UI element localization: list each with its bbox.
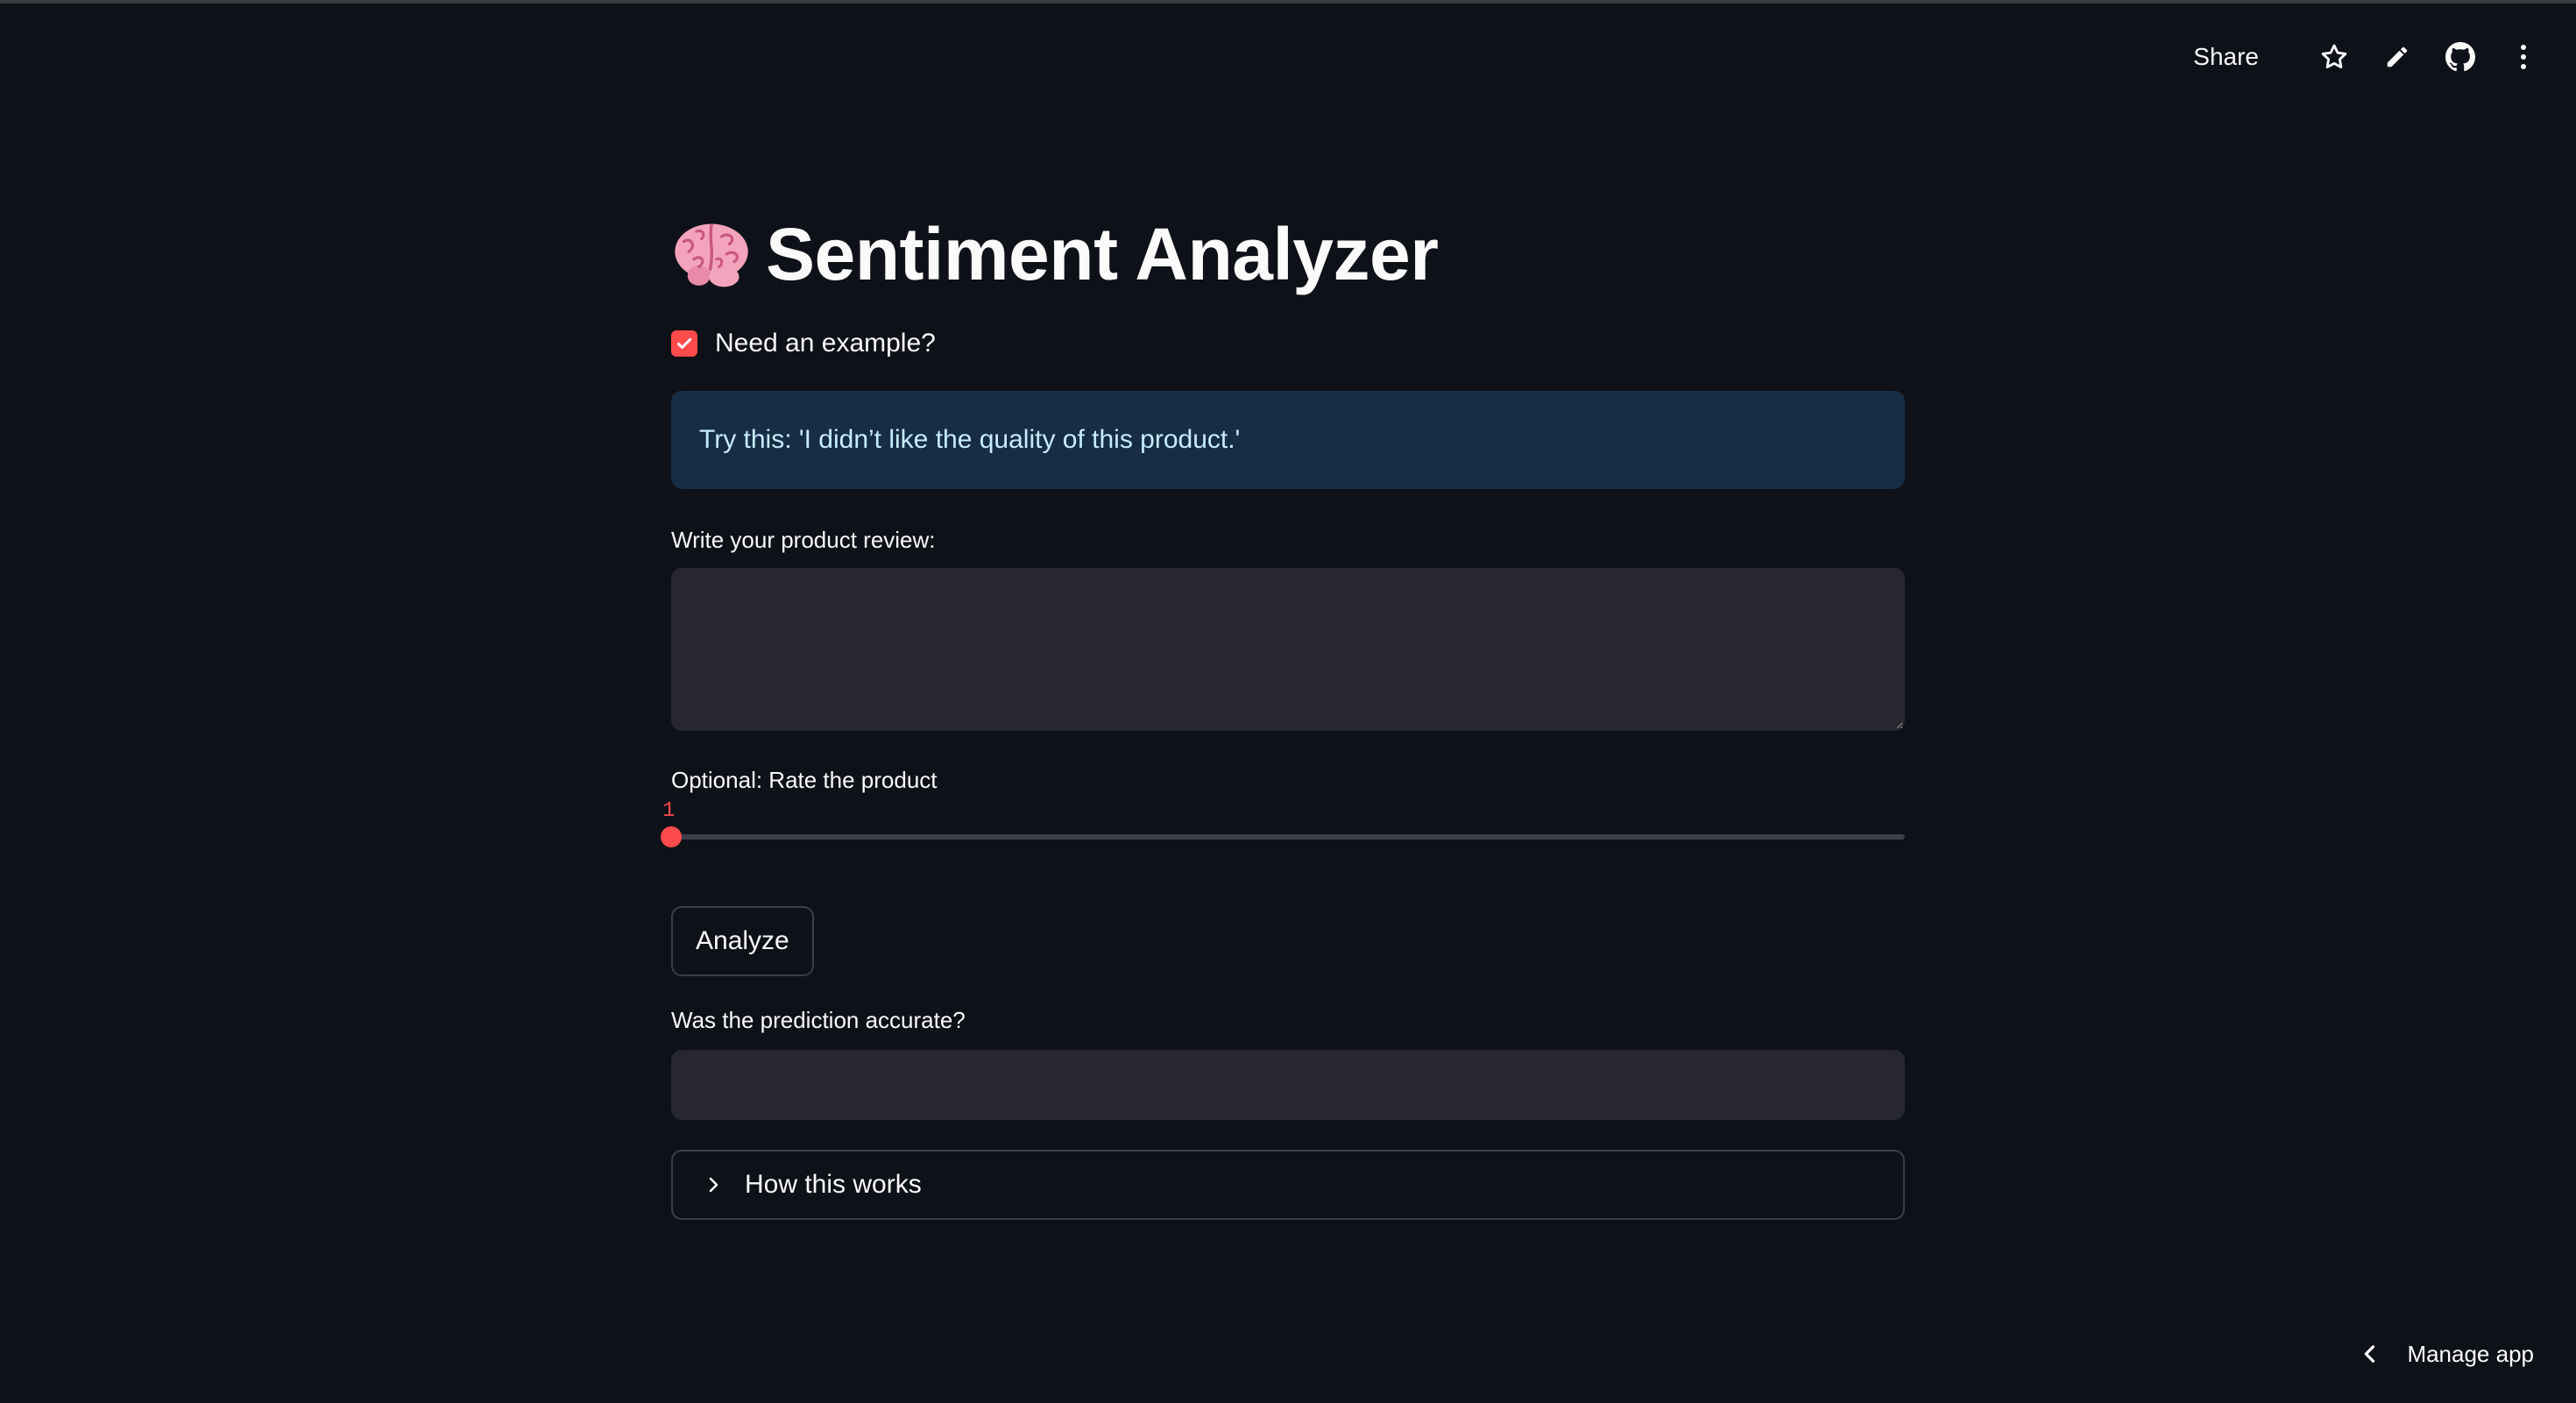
share-button[interactable]: Share (2193, 43, 2259, 71)
slider-track[interactable] (671, 834, 1905, 840)
star-icon[interactable] (2317, 39, 2352, 74)
expander-label: How this works (745, 1170, 922, 1199)
rating-slider[interactable]: 1 (661, 799, 1905, 855)
main-content: Sentiment Analyzer Need an example? Try … (661, 202, 1905, 1220)
example-checkbox[interactable]: Need an example? (671, 326, 1905, 361)
example-info-box: Try this: 'I didn’t like the quality of … (671, 391, 1905, 489)
page-title: Sentiment Analyzer (671, 202, 1905, 307)
brain-emoji-icon (675, 223, 748, 287)
review-input-label: Write your product review: (671, 527, 936, 553)
slider-value-label: 1 (662, 799, 676, 823)
header-toolbar: Share (2193, 35, 2541, 79)
manage-app-button[interactable]: Manage app (2358, 1328, 2534, 1380)
info-box-text: Try this: 'I didn’t like the quality of … (699, 425, 1241, 454)
feedback-input[interactable] (671, 1050, 1905, 1120)
window-top-border (0, 0, 2576, 4)
checkbox-checked-icon[interactable] (671, 330, 697, 357)
pencil-icon[interactable] (2380, 39, 2415, 74)
page-title-text: Sentiment Analyzer (766, 212, 1439, 295)
chevron-left-icon (2365, 1345, 2375, 1363)
how-this-works-expander[interactable]: How this works (671, 1150, 1905, 1220)
chevron-right-icon (709, 1177, 718, 1193)
example-checkbox-label: Need an example? (715, 329, 936, 358)
more-vertical-icon[interactable] (2506, 39, 2541, 74)
feedback-label: Was the prediction accurate? (671, 1007, 966, 1033)
analyze-button[interactable]: Analyze (671, 906, 814, 976)
github-icon[interactable] (2443, 39, 2478, 74)
review-textarea[interactable] (671, 568, 1905, 731)
manage-app-label: Manage app (2407, 1340, 2534, 1367)
slider-thumb[interactable] (661, 826, 682, 847)
rating-slider-label: Optional: Rate the product (671, 767, 938, 793)
